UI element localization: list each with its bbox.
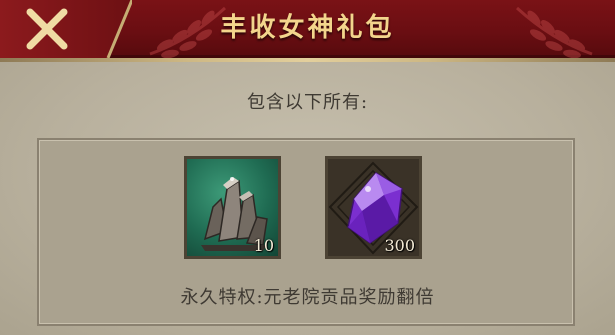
reward-slot-stone[interactable]: 10	[184, 156, 281, 259]
privilege-text: 永久特权:元老院贡品奖励翻倍	[180, 287, 435, 308]
item-quantity: 300	[384, 236, 415, 255]
contents-heading: 包含以下所有:	[246, 92, 369, 113]
reward-slot-gem[interactable]: 300	[325, 156, 422, 259]
close-button[interactable]	[0, 0, 132, 58]
item-quantity: 10	[253, 236, 274, 255]
dialog-header: 丰收女神礼包	[0, 0, 615, 58]
